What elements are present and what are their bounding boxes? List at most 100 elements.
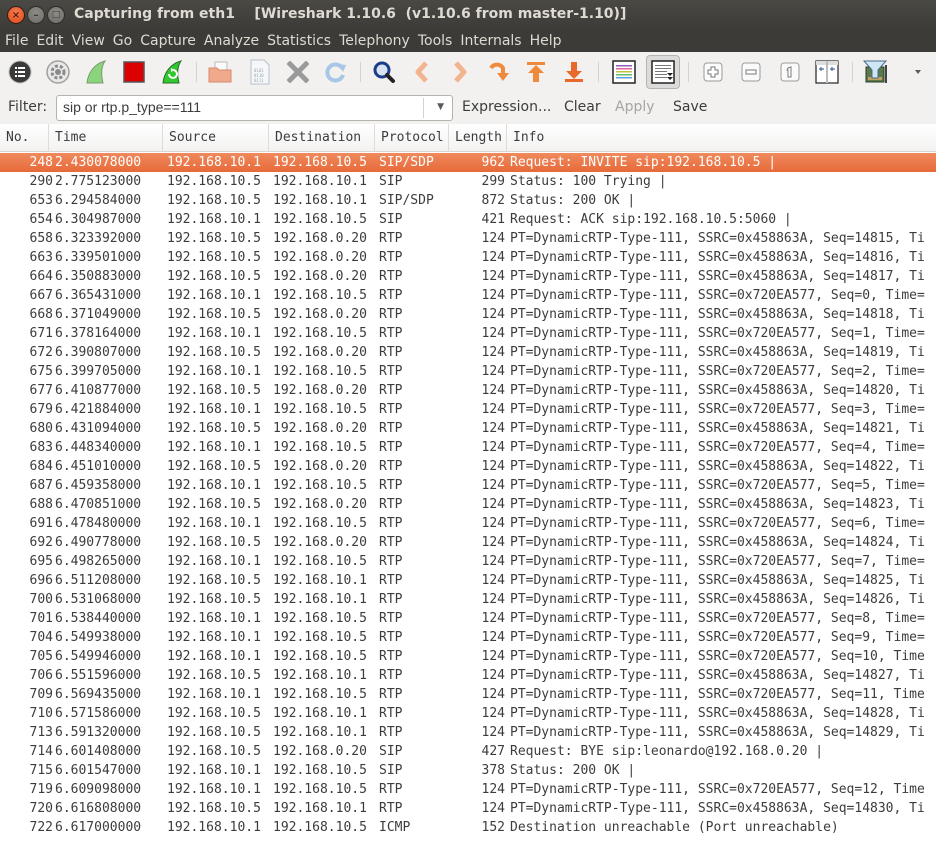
stop-capture-button[interactable] (120, 58, 148, 86)
packet-row-selected[interactable]: 248 2.430078000 192.168.10.1 192.168.10.5 SI… (0, 153, 936, 172)
packet-row[interactable]: 715 6.601547000 192.168.10.1 192.168.10.5 SI… (0, 761, 936, 780)
packet-row[interactable]: 709 6.569435000 192.168.10.1 192.168.10.5 RT… (0, 685, 936, 704)
menu-file[interactable]: File (5, 33, 28, 49)
packet-list[interactable]: No. Time Source Destination Protocol Len… (0, 124, 936, 844)
packet-row[interactable]: 719 6.609098000 192.168.10.1 192.168.10.5 RT… (0, 780, 936, 799)
interfaces-list-button[interactable] (6, 58, 34, 86)
packet-row[interactable]: 679 6.421884000 192.168.10.1 192.168.10.5 RT… (0, 400, 936, 419)
minimize-icon: – (33, 9, 39, 21)
menu-statistics[interactable]: Statistics (267, 33, 331, 49)
packet-row[interactable]: 671 6.378164000 192.168.10.1 192.168.10.5 RT… (0, 324, 936, 343)
packet-row[interactable]: 700 6.531068000 192.168.10.5 192.168.10.1 RT… (0, 590, 936, 609)
column-header-no[interactable]: No. (0, 124, 49, 152)
column-header-destination[interactable]: Destination (269, 124, 375, 152)
go-last-packet-button[interactable] (560, 58, 588, 86)
packet-length: 124 (481, 231, 505, 246)
packet-row[interactable]: 672 6.390807000 192.168.10.5 192.168.0.20 RT… (0, 343, 936, 362)
packet-row[interactable]: 663 6.339501000 192.168.10.5 192.168.0.20 RT… (0, 248, 936, 267)
packet-row[interactable]: 668 6.371049000 192.168.10.5 192.168.0.20 RT… (0, 305, 936, 324)
apply-filter-button[interactable]: Apply (615, 99, 655, 115)
packet-row[interactable]: 653 6.294584000 192.168.10.5 192.168.10.1 SI… (0, 191, 936, 210)
save-file-button[interactable]: 0101 0110 0111 (246, 58, 274, 86)
packet-row[interactable]: 691 6.478480000 192.168.10.1 192.168.10.5 RT… (0, 514, 936, 533)
packet-row[interactable]: 714 6.601408000 192.168.10.5 192.168.0.20 SI… (0, 742, 936, 761)
packet-destination: 192.168.10.5 (273, 630, 367, 645)
menu-telephony[interactable]: Telephony (339, 33, 410, 49)
clear-filter-button[interactable]: Clear (564, 99, 601, 115)
packet-destination: 192.168.0.20 (273, 231, 367, 246)
packet-row[interactable]: 677 6.410877000 192.168.10.5 192.168.0.20 RT… (0, 381, 936, 400)
zoom-out-button[interactable] (737, 58, 765, 86)
packet-row[interactable]: 713 6.591320000 192.168.10.5 192.168.10.1 RT… (0, 723, 936, 742)
menu-capture[interactable]: Capture (140, 33, 196, 49)
resize-columns-button[interactable] (813, 58, 841, 86)
find-packet-button[interactable] (370, 58, 398, 86)
packet-row[interactable]: 680 6.431094000 192.168.10.5 192.168.0.20 RT… (0, 419, 936, 438)
packet-row[interactable]: 692 6.490778000 192.168.10.5 192.168.0.20 RT… (0, 533, 936, 552)
open-file-button[interactable] (206, 58, 234, 86)
packet-length: 124 (481, 421, 505, 436)
packet-info: PT=DynamicRTP-Type-111, SSRC=0x720EA577,… (510, 326, 925, 341)
save-filter-button[interactable]: Save (673, 99, 707, 115)
packet-row[interactable]: 654 6.304987000 192.168.10.1 192.168.10.5 SI… (0, 210, 936, 229)
column-header-info[interactable]: Info (507, 124, 936, 152)
menu-analyze[interactable]: Analyze (204, 33, 259, 49)
filter-combo[interactable]: ▼ (56, 95, 453, 121)
packet-time: 6.294584000 (55, 193, 142, 208)
packet-row[interactable]: 658 6.323392000 192.168.10.5 192.168.0.20 RT… (0, 229, 936, 248)
packet-row[interactable]: 688 6.470851000 192.168.10.5 192.168.0.20 RT… (0, 495, 936, 514)
column-header-time[interactable]: Time (49, 124, 163, 152)
reload-button[interactable] (322, 58, 350, 86)
go-to-packet-button[interactable] (484, 58, 512, 86)
go-back-button[interactable] (408, 58, 436, 86)
packet-row[interactable]: 687 6.459358000 192.168.10.1 192.168.10.5 RT… (0, 476, 936, 495)
toolbar-overflow-button[interactable] (904, 58, 932, 86)
packet-row[interactable]: 695 6.498265000 192.168.10.1 192.168.10.5 RT… (0, 552, 936, 571)
go-forward-button[interactable] (446, 58, 474, 86)
go-first-packet-button[interactable] (522, 58, 550, 86)
packet-row[interactable]: 675 6.399705000 192.168.10.1 192.168.10.5 RT… (0, 362, 936, 381)
menu-go[interactable]: Go (113, 33, 132, 49)
menu-edit[interactable]: Edit (36, 33, 63, 49)
auto-scroll-button[interactable] (646, 55, 680, 89)
packet-destination: 192.168.0.20 (273, 307, 367, 322)
restart-capture-button[interactable] (158, 58, 186, 86)
maximize-window-button[interactable]: □ (47, 6, 65, 24)
packet-row[interactable]: 710 6.571586000 192.168.10.5 192.168.10.1 RT… (0, 704, 936, 723)
start-capture-button[interactable] (82, 58, 110, 86)
packet-row[interactable]: 704 6.549938000 192.168.10.1 192.168.10.5 RT… (0, 628, 936, 647)
packet-number: 700 (29, 592, 53, 607)
packet-row[interactable]: 722 6.617000000 192.168.10.1 192.168.10.5 IC… (0, 818, 936, 837)
expression-button[interactable]: Expression... (462, 99, 551, 115)
packet-row[interactable]: 701 6.538440000 192.168.10.1 192.168.10.5 RT… (0, 609, 936, 628)
packet-time: 6.365431000 (55, 288, 142, 303)
packet-row[interactable]: 290 2.775123000 192.168.10.5 192.168.10.1 SI… (0, 172, 936, 191)
column-header-source[interactable]: Source (163, 124, 269, 152)
menu-tools[interactable]: Tools (418, 33, 453, 49)
close-file-button[interactable] (284, 58, 312, 86)
menu-internals[interactable]: Internals (460, 33, 521, 49)
packet-row[interactable]: 720 6.616808000 192.168.10.5 192.168.10.1 RT… (0, 799, 936, 818)
close-window-button[interactable]: × (7, 6, 25, 24)
packet-destination: 192.168.10.5 (273, 402, 367, 417)
packet-row[interactable]: 696 6.511208000 192.168.10.5 192.168.10.1 RT… (0, 571, 936, 590)
packet-row[interactable]: 684 6.451010000 192.168.10.5 192.168.0.20 RT… (0, 457, 936, 476)
display-filter-input[interactable] (63, 99, 423, 115)
packet-row[interactable]: 664 6.350883000 192.168.10.5 192.168.0.20 RT… (0, 267, 936, 286)
column-header-length[interactable]: Length (449, 124, 507, 152)
packet-info: PT=DynamicRTP-Type-111, SSRC=0x458863A, … (510, 421, 925, 436)
filter-history-dropdown[interactable]: ▼ (437, 102, 444, 112)
column-header-protocol[interactable]: Protocol (375, 124, 449, 152)
capture-options-button[interactable] (44, 58, 72, 86)
colorize-button[interactable] (610, 58, 638, 86)
minimize-window-button[interactable]: – (27, 6, 45, 24)
menu-help[interactable]: Help (530, 33, 562, 49)
packet-row[interactable]: 683 6.448340000 192.168.10.1 192.168.10.5 RT… (0, 438, 936, 457)
packet-row[interactable]: 706 6.551596000 192.168.10.5 192.168.10.1 RT… (0, 666, 936, 685)
zoom-in-button[interactable] (699, 58, 727, 86)
packet-row[interactable]: 705 6.549946000 192.168.10.1 192.168.10.5 RT… (0, 647, 936, 666)
normal-size-button[interactable] (776, 58, 804, 86)
capture-filters-button[interactable] (862, 58, 890, 86)
menu-view[interactable]: View (72, 33, 105, 49)
packet-row[interactable]: 667 6.365431000 192.168.10.1 192.168.10.5 RT… (0, 286, 936, 305)
